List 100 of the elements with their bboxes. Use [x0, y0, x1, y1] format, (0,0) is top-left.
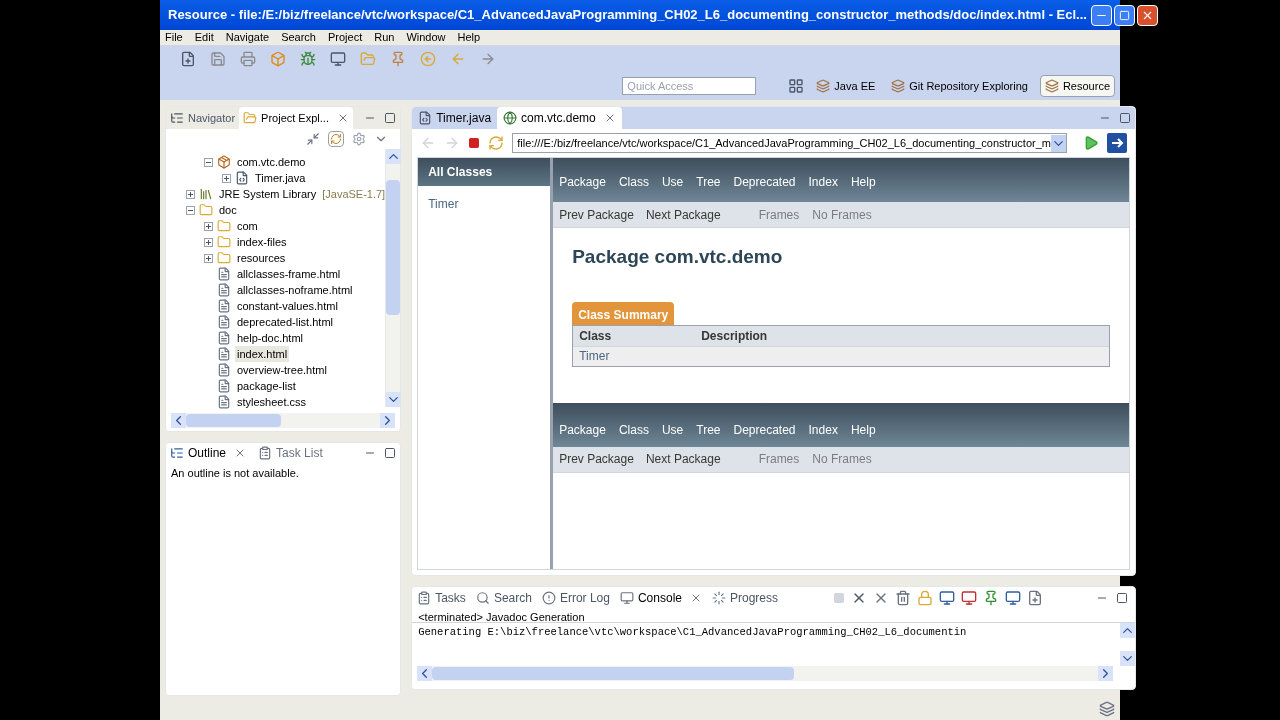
perspective-button[interactable]: Git Repository Exploring: [887, 75, 1032, 97]
menu-item[interactable]: Help: [457, 29, 481, 46]
view-tab[interactable]: Search: [473, 589, 534, 607]
collapse-all-icon[interactable]: [306, 132, 321, 146]
monitor-icon[interactable]: [330, 51, 346, 67]
tree-item[interactable]: allclasses-frame.html: [235, 265, 343, 283]
tree-item[interactable]: constant-values.html: [235, 297, 340, 315]
nav-link[interactable]: Package: [559, 173, 606, 191]
nav-link[interactable]: Use: [661, 420, 684, 439]
browser-logo-icon[interactable]: [1106, 133, 1127, 153]
view-tab[interactable]: Progress: [709, 589, 780, 607]
expand-toggle[interactable]: [222, 173, 231, 183]
scroll-left-icon[interactable]: [171, 413, 186, 428]
view-tab[interactable]: Task List: [254, 444, 327, 462]
menu-item[interactable]: Run: [374, 29, 395, 46]
nav-link[interactable]: Package: [559, 420, 606, 439]
scroll-left-icon[interactable]: [417, 666, 433, 681]
tree-item[interactable]: allclasses-noframe.html: [235, 281, 355, 299]
nav-link[interactable]: Help: [850, 420, 876, 439]
menu-item[interactable]: Project: [328, 29, 363, 46]
nav-link[interactable]: Deprecated: [733, 420, 796, 439]
scrollbar-thumb[interactable]: [386, 180, 401, 315]
nav-link[interactable]: Next Package: [645, 450, 721, 468]
tree-item[interactable]: doc: [217, 201, 239, 219]
nav-link[interactable]: Tree: [696, 173, 721, 191]
link-editor-icon[interactable]: [328, 131, 345, 147]
tree-item[interactable]: stylesheet.css: [235, 393, 309, 411]
dropdown-icon[interactable]: [1050, 134, 1066, 152]
nav-link[interactable]: Index: [808, 173, 838, 191]
collapse-toggle[interactable]: [204, 157, 213, 167]
menu-item[interactable]: File: [165, 29, 183, 46]
expand-toggle[interactable]: [204, 253, 213, 263]
view-tab[interactable]: Console: [617, 589, 704, 607]
expand-toggle[interactable]: [186, 189, 195, 199]
tree-item[interactable]: Timer.java: [253, 169, 308, 187]
open-perspective-icon[interactable]: [788, 78, 805, 94]
menu-item[interactable]: Navigate: [225, 29, 270, 46]
perspective-button[interactable]: Java EE: [812, 75, 880, 97]
maximize-icon[interactable]: [1115, 592, 1128, 604]
menu-item[interactable]: Search: [281, 29, 316, 46]
nav-link[interactable]: Prev Package: [559, 205, 634, 224]
nav-link[interactable]: Use: [661, 173, 684, 191]
view-tab[interactable]: Project Expl...: [239, 107, 353, 129]
maximize-icon[interactable]: [384, 447, 397, 459]
scroll-down-icon[interactable]: [1119, 651, 1135, 666]
new-file-icon[interactable]: [180, 51, 196, 67]
menu-item[interactable]: Window: [406, 29, 446, 46]
show-output-icon[interactable]: [939, 590, 955, 606]
quick-access-field[interactable]: Quick Access: [622, 77, 757, 95]
scroll-right-icon[interactable]: [1097, 666, 1113, 681]
minimize-icon[interactable]: [1090, 4, 1112, 26]
tree-item[interactable]: index-files: [235, 233, 289, 251]
nav-link[interactable]: Prev Package: [559, 450, 634, 468]
nav-link[interactable]: Index: [808, 420, 838, 439]
tree-item[interactable]: overview-tree.html: [235, 361, 329, 379]
view-tab[interactable]: Error Log: [539, 589, 612, 607]
tree-item[interactable]: help-doc.html: [235, 329, 306, 347]
expand-toggle[interactable]: [204, 221, 213, 231]
open-console-icon[interactable]: [1027, 590, 1043, 606]
scroll-up-icon[interactable]: [386, 149, 402, 164]
view-tab[interactable]: Outline: [166, 444, 251, 462]
scrollbar-thumb[interactable]: [432, 667, 795, 680]
class-name-link[interactable]: Timer: [579, 349, 610, 363]
editor-tab[interactable]: com.vtc.demo: [497, 107, 622, 129]
perspective-button[interactable]: Resource: [1039, 75, 1115, 97]
scroll-right-icon[interactable]: [380, 413, 396, 428]
menu-item[interactable]: Edit: [194, 29, 214, 46]
display-console-icon[interactable]: [1005, 590, 1021, 606]
editor-tab[interactable]: Timer.java: [412, 107, 498, 129]
nav-link[interactable]: Class: [618, 173, 649, 191]
class-name-link[interactable]: Timer: [428, 195, 459, 213]
nav-link[interactable]: Deprecated: [733, 173, 796, 191]
nav-link[interactable]: Tree: [696, 420, 721, 439]
tree-item[interactable]: package-list: [235, 377, 298, 395]
clear-console-icon[interactable]: [895, 590, 911, 606]
tree-item[interactable]: JRE System Library: [217, 185, 319, 203]
nav-link[interactable]: Next Package: [645, 205, 721, 224]
maximize-icon[interactable]: [384, 112, 397, 124]
expand-toggle[interactable]: [204, 237, 213, 247]
scroll-down-icon[interactable]: [386, 392, 402, 407]
scroll-up-icon[interactable]: [1119, 623, 1135, 638]
nav-link[interactable]: Help: [850, 173, 876, 191]
tree-item[interactable]: com: [235, 217, 260, 235]
nav-link[interactable]: Class: [618, 420, 649, 439]
tree-item[interactable]: index.html: [235, 345, 290, 363]
view-tab[interactable]: Navigator: [166, 107, 240, 129]
bug-icon[interactable]: [300, 51, 316, 67]
column-header: Class: [578, 327, 613, 345]
pin-console-icon[interactable]: [983, 590, 999, 606]
stop-icon[interactable]: [468, 137, 481, 149]
filter-icon[interactable]: [352, 132, 367, 146]
scrollbar-thumb[interactable]: [186, 414, 281, 427]
tree-item[interactable]: resources: [235, 249, 288, 267]
collapse-toggle[interactable]: [186, 205, 195, 215]
url-field[interactable]: file:///E:/biz/freelance/vtc/workspace/C1_AdvancedJavaProgramming_CH02_L6_documenting_constructor_m: [512, 133, 1067, 153]
show-error-icon[interactable]: [961, 590, 977, 606]
close-icon[interactable]: [1136, 4, 1158, 26]
view-tab[interactable]: Tasks: [415, 589, 468, 607]
tree-item[interactable]: deprecated-list.html: [235, 313, 335, 331]
tree-item[interactable]: com.vtc.demo: [235, 153, 308, 171]
